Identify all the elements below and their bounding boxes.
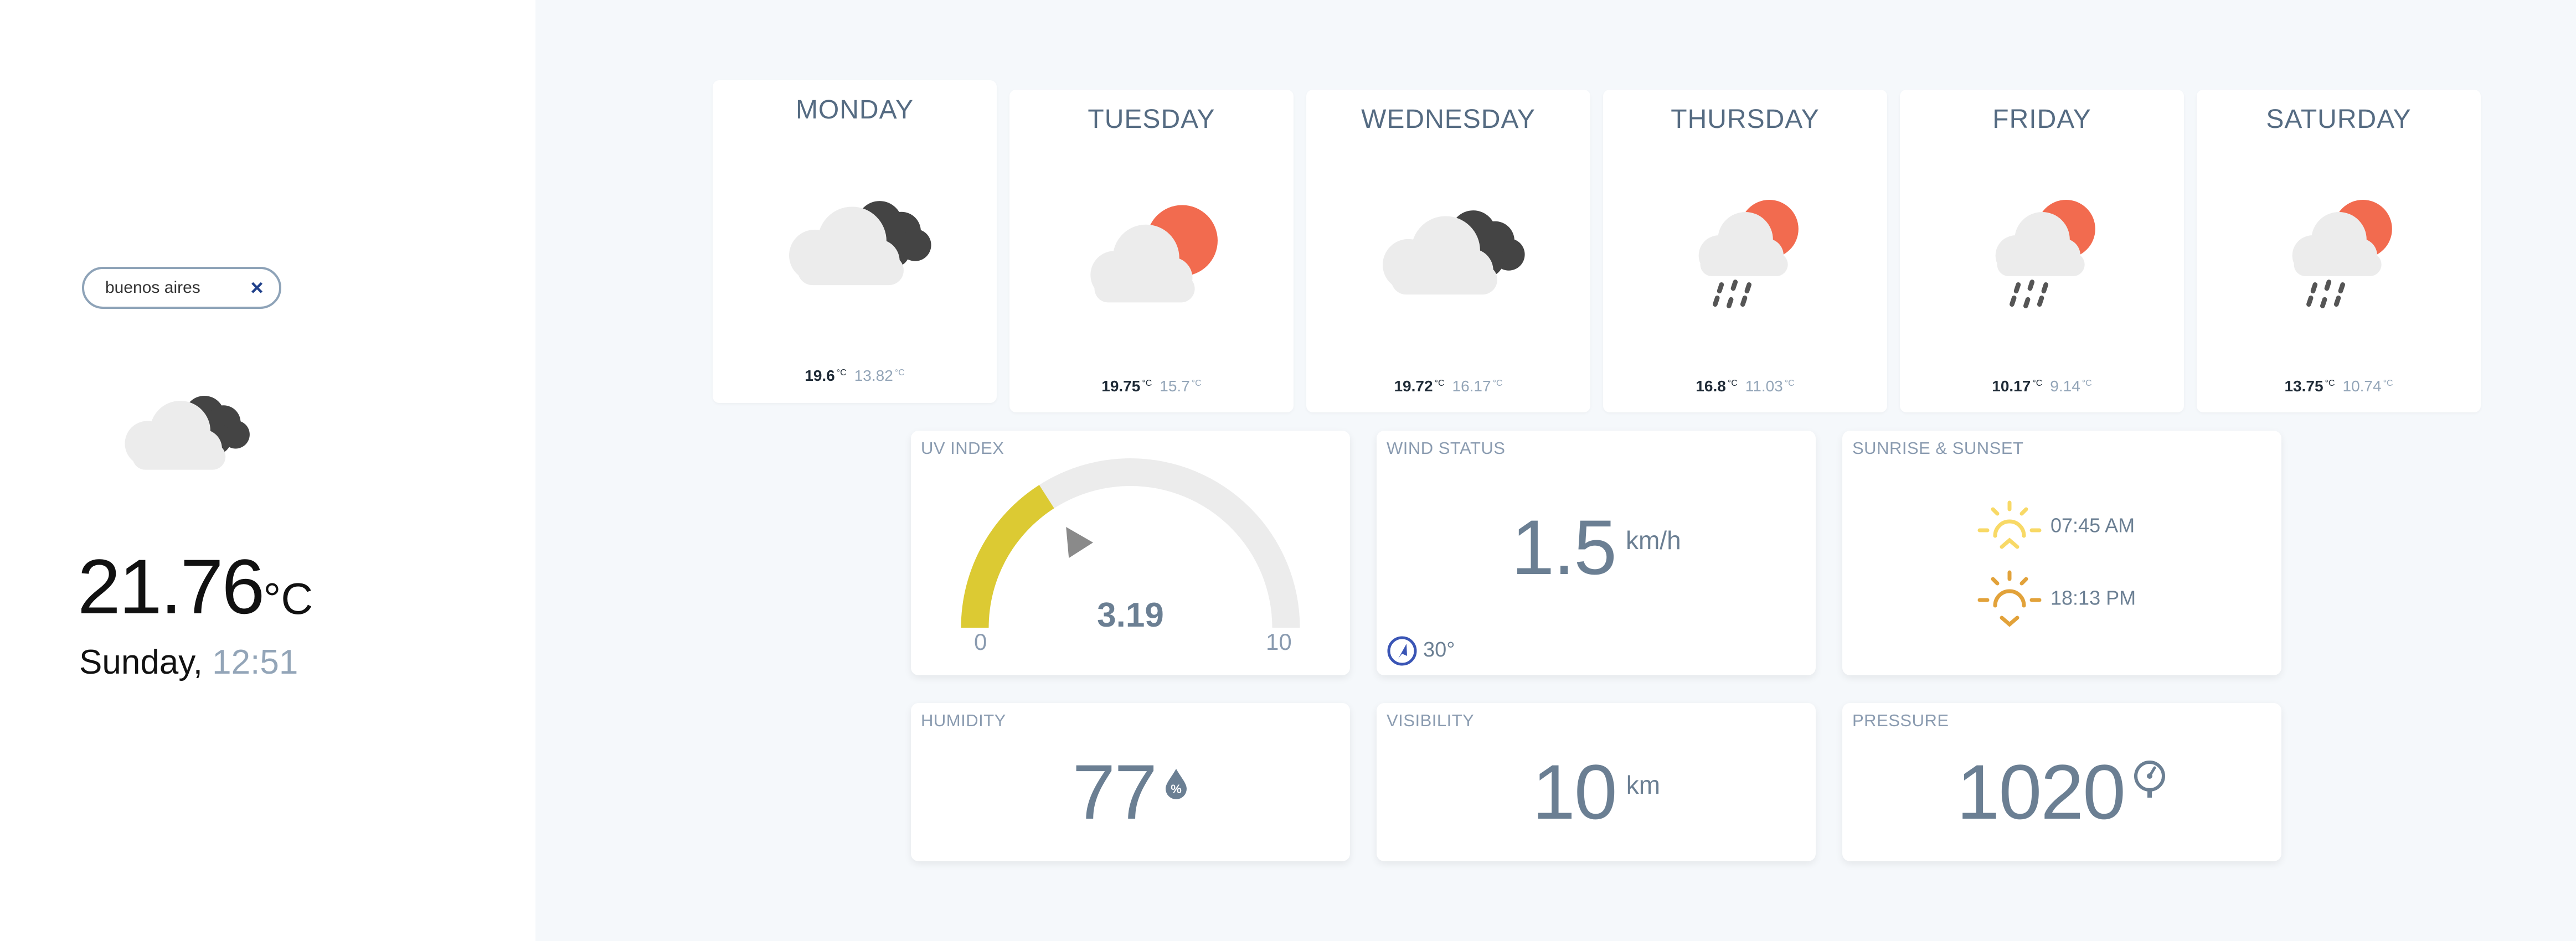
- sunrise-row: 07:45 AM: [1975, 498, 2135, 556]
- forecast-card-thursday[interactable]: THURSDAY 16.8 °C 11.03 °C: [1603, 90, 1887, 412]
- unit-label: °C: [2325, 378, 2335, 388]
- cloudy-icon: [789, 201, 931, 286]
- forecast-min: 9.14: [2050, 378, 2080, 395]
- visibility-reading: 10 km: [1377, 747, 1816, 837]
- unit-label: °C: [2032, 378, 2043, 388]
- sunset-time: 18:13 PM: [2051, 586, 2136, 609]
- current-temperature: 21.76°C: [78, 542, 313, 631]
- forecast-day-name: THURSDAY: [1671, 105, 1820, 134]
- forecast-max: 19.72: [1394, 378, 1433, 395]
- sunset-row: 18:13 PM: [1975, 569, 2136, 630]
- unit-label: °C: [2082, 378, 2092, 388]
- unit-label: °C: [1492, 378, 1503, 388]
- unit-label: °C: [2383, 378, 2393, 388]
- date-separator: ,: [193, 643, 203, 681]
- forecast-card-friday[interactable]: FRIDAY 10.17 °C 9.14 °C: [1900, 90, 2184, 412]
- sunrise-icon: [1977, 500, 2042, 549]
- humidity-reading: 77 %: [911, 747, 1350, 837]
- search-box[interactable]: ×: [82, 267, 281, 309]
- forecast-card-saturday[interactable]: SATURDAY 13.75 °C 10.74 °C: [2197, 90, 2481, 412]
- visibility-value: 10: [1532, 748, 1617, 835]
- forecast-max: 16.8: [1696, 378, 1726, 395]
- forecast-temps: 16.8 °C 11.03 °C: [1603, 378, 1887, 395]
- pressure-value: 1020: [1956, 748, 2126, 835]
- forecast-day-name: MONDAY: [795, 95, 914, 125]
- pressure-reading: 1020: [1842, 747, 2281, 837]
- pressure-card: PRESSURE 1020: [1842, 703, 2281, 861]
- pressure-gauge-icon: [2134, 761, 2166, 798]
- unit-label: °C: [894, 368, 905, 378]
- uv-max-label: 10: [1266, 629, 1292, 655]
- card-title: WIND STATUS: [1387, 438, 1506, 458]
- partly-sunny-icon: [1090, 205, 1218, 303]
- clear-icon[interactable]: ×: [244, 273, 270, 302]
- card-title: PRESSURE: [1852, 711, 1949, 730]
- card-title: HUMIDITY: [921, 711, 1006, 730]
- unit-label: °C: [1784, 378, 1795, 388]
- rain-sun-icon: [1959, 187, 2125, 314]
- unit-label: °C: [1142, 378, 1152, 388]
- unit-label: °C: [1191, 378, 1202, 388]
- uv-needle-icon: [1066, 526, 1094, 559]
- forecast-temps: 10.17 °C 9.14 °C: [1900, 378, 2184, 395]
- search-input[interactable]: [105, 277, 244, 299]
- wind-status-card: WIND STATUS 1.5 km/h 30°: [1377, 431, 1816, 675]
- rain-sun-icon: [2256, 187, 2422, 314]
- forecast-day-name: SATURDAY: [2266, 105, 2412, 134]
- visibility-unit: km: [1626, 771, 1661, 799]
- forecast-day-name: FRIDAY: [1992, 105, 2091, 134]
- forecast-min: 15.7: [1160, 378, 1190, 395]
- sunrise-time: 07:45 AM: [2051, 514, 2135, 537]
- sidebar: × 21.76°C Sunday, 12:51: [0, 0, 535, 941]
- forecast-max: 19.6: [805, 367, 835, 384]
- uv-min-label: 0: [974, 629, 987, 655]
- forecast-card-tuesday[interactable]: TUESDAY 19.75 °C 15.7 °C: [1009, 90, 1294, 412]
- current-datetime: Sunday, 12:51: [79, 640, 298, 685]
- forecast-min: 16.17: [1452, 378, 1491, 395]
- unit-label: °C: [836, 368, 847, 378]
- cloudy-icon: [125, 396, 250, 470]
- forecast-max: 13.75: [2284, 378, 2323, 395]
- card-title: VISIBILITY: [1387, 711, 1475, 730]
- wind-speed-value: 1.5: [1511, 504, 1617, 591]
- compass-icon: [1387, 636, 1417, 666]
- svg-text:%: %: [1171, 782, 1182, 796]
- forecast-day-name: WEDNESDAY: [1361, 105, 1536, 134]
- forecast-temps: 19.75 °C 15.7 °C: [1009, 378, 1294, 395]
- visibility-card: VISIBILITY 10 km: [1377, 703, 1816, 861]
- humidity-card: HUMIDITY 77 %: [911, 703, 1350, 861]
- uv-index-card: UV INDEX 3.19 0 10: [911, 431, 1350, 675]
- forecast-min: 10.74: [2342, 378, 2382, 395]
- unit-label: °C: [1727, 378, 1738, 388]
- wind-speed-unit: km/h: [1625, 526, 1681, 555]
- wind-direction-value: 30°: [1423, 638, 1455, 662]
- card-title: SUNRISE & SUNSET: [1852, 438, 2024, 458]
- forecast-min: 13.82: [854, 367, 893, 384]
- forecast-min: 11.03: [1745, 378, 1783, 395]
- forecast-card-wednesday[interactable]: WEDNESDAY 19.72 °C 16.17 °C: [1306, 90, 1590, 412]
- forecast-day-name: TUESDAY: [1088, 105, 1215, 134]
- current-time: 12:51: [212, 643, 298, 681]
- sunset-icon: [1977, 570, 2042, 627]
- forecast-card-monday[interactable]: MONDAY 19.6 °C 13.82 °C: [713, 80, 997, 403]
- forecast-temps: 19.72 °C 16.17 °C: [1306, 378, 1590, 395]
- current-day: Sunday: [79, 643, 193, 681]
- wind-direction: 30°: [1387, 635, 1455, 666]
- wind-speed: 1.5 km/h: [1377, 503, 1816, 592]
- unit-label: °C: [1434, 378, 1445, 388]
- rain-sun-icon: [1662, 187, 1828, 314]
- forecast-max: 19.75: [1101, 378, 1141, 395]
- humidity-value: 77: [1072, 748, 1157, 835]
- temperature-unit: °C: [263, 574, 313, 623]
- humidity-drop-icon: %: [1165, 769, 1187, 799]
- forecast-temps: 13.75 °C 10.74 °C: [2197, 378, 2481, 395]
- temperature-value: 21.76: [78, 543, 265, 630]
- forecast-max: 10.17: [1992, 378, 2031, 395]
- sunrise-sunset-card: SUNRISE & SUNSET 07:45 AM 18:13 PM: [1842, 431, 2281, 675]
- forecast-temps: 19.6 °C 13.82 °C: [713, 367, 997, 385]
- cloudy-icon: [1382, 210, 1525, 295]
